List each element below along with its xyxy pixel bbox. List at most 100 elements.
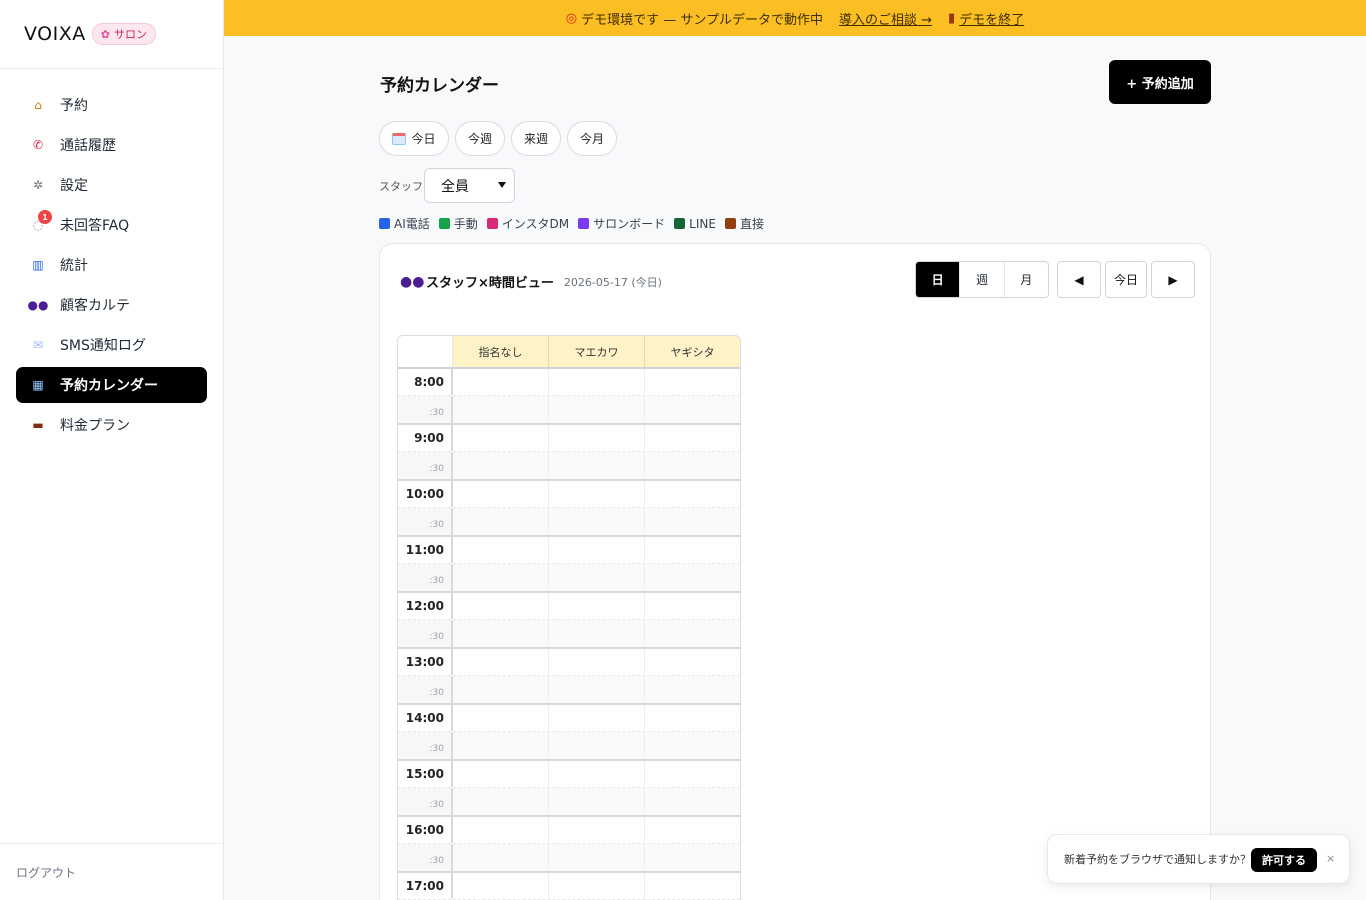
time-slot-cell[interactable] xyxy=(549,508,645,535)
hour-row: 14:00:30 xyxy=(398,705,740,761)
logout-link[interactable]: ログアウト xyxy=(0,843,223,900)
time-slot-cell[interactable] xyxy=(549,537,645,564)
add-reservation-button[interactable]: + 予約追加 xyxy=(1109,60,1211,104)
time-slot-cell[interactable] xyxy=(549,396,645,423)
time-slot-cell[interactable] xyxy=(453,761,549,788)
half-hour-slot-row: :30 xyxy=(398,396,740,423)
time-slot-cell[interactable] xyxy=(453,620,549,647)
time-slot-cell[interactable] xyxy=(453,369,549,396)
time-slot-cell[interactable] xyxy=(645,425,740,451)
staff-select[interactable]: 全員 xyxy=(424,168,515,203)
chevron-down-icon xyxy=(498,182,506,188)
time-slot-cell[interactable] xyxy=(549,817,645,844)
chip-next-week[interactable]: 来週 xyxy=(511,121,561,156)
time-slot-cell[interactable] xyxy=(549,873,645,900)
time-slot-cell[interactable] xyxy=(549,369,645,396)
end-demo-link[interactable]: デモを終了 xyxy=(959,9,1024,28)
time-slot-cell[interactable] xyxy=(645,705,740,731)
time-slot-cell[interactable] xyxy=(645,732,740,759)
time-slot-cell[interactable] xyxy=(453,788,549,815)
time-slot-cell[interactable] xyxy=(549,564,645,591)
time-slot-cell[interactable] xyxy=(549,788,645,815)
time-slot-cell[interactable] xyxy=(549,732,645,759)
sidebar-item-call-history[interactable]: ✆ 通話履歴 xyxy=(16,127,207,163)
time-slot-cell[interactable] xyxy=(645,844,740,871)
time-slot-cell[interactable] xyxy=(453,508,549,535)
time-slot-cell[interactable] xyxy=(645,593,740,619)
sidebar-item-settings[interactable]: ✲ 設定 xyxy=(16,167,207,203)
time-slot-cell[interactable] xyxy=(549,593,645,620)
legend-insta-dm: インスタDM xyxy=(486,215,569,232)
time-slot-cell[interactable] xyxy=(645,369,740,395)
next-button[interactable]: ▶ xyxy=(1151,261,1195,298)
source-legend: AI電話 手動 インスタDM サロンボード LINE 直接 xyxy=(379,215,764,232)
time-slot-cell[interactable] xyxy=(645,676,740,703)
time-slot-row: 17:00 xyxy=(398,873,740,900)
time-label: 15:00 xyxy=(398,761,453,788)
sidebar-item-customer-records[interactable]: ●● 顧客カルテ xyxy=(16,287,207,323)
time-slot-cell[interactable] xyxy=(645,396,740,423)
chip-this-month[interactable]: 今月 xyxy=(567,121,617,156)
sidebar-item-sms-log[interactable]: ✉ SMS通知ログ xyxy=(16,327,207,363)
mode-week-button[interactable]: 週 xyxy=(960,262,1005,297)
time-slot-cell[interactable] xyxy=(645,817,740,843)
close-icon[interactable]: × xyxy=(1326,852,1335,865)
time-slot-cell[interactable] xyxy=(453,676,549,703)
time-slot-cell[interactable] xyxy=(549,425,645,452)
time-slot-cell[interactable] xyxy=(453,593,549,620)
sidebar-item-unanswered-faq[interactable]: ◌ 1 未回答FAQ xyxy=(16,207,207,243)
today-button[interactable]: 今日 xyxy=(1105,261,1147,298)
sidebar-item-stats[interactable]: ▥ 統計 xyxy=(16,247,207,283)
staff-select-value: 全員 xyxy=(441,178,469,195)
time-slot-cell[interactable] xyxy=(453,481,549,508)
time-slot-cell[interactable] xyxy=(453,817,549,844)
mode-day-button[interactable]: 日 xyxy=(916,262,961,297)
time-slot-cell[interactable] xyxy=(645,761,740,787)
time-slot-row: 16:00 xyxy=(398,817,740,845)
time-slot-cell[interactable] xyxy=(549,844,645,871)
sidebar-item-reservation-calendar[interactable]: ▦ 予約カレンダー xyxy=(16,367,207,403)
time-slot-cell[interactable] xyxy=(645,537,740,563)
sidebar-item-pricing[interactable]: ▬ 料金プラン xyxy=(16,407,207,443)
time-slot-cell[interactable] xyxy=(453,564,549,591)
time-slot-cell[interactable] xyxy=(645,873,740,899)
time-slot-cell[interactable] xyxy=(645,564,740,591)
time-slot-cell[interactable] xyxy=(453,452,549,479)
time-slot-cell[interactable] xyxy=(453,425,549,452)
time-slot-cell[interactable] xyxy=(549,761,645,788)
time-slot-cell[interactable] xyxy=(453,396,549,423)
time-slot-cell[interactable] xyxy=(549,649,645,676)
mode-month-button[interactable]: 月 xyxy=(1005,262,1048,297)
time-slot-cell[interactable] xyxy=(549,481,645,508)
time-slot-cell[interactable] xyxy=(453,705,549,732)
time-slot-cell[interactable] xyxy=(645,481,740,507)
chip-this-week[interactable]: 今週 xyxy=(455,121,505,156)
toast-text: 新着予約をブラウザで通知しますか？ xyxy=(1064,853,1251,866)
time-slot-cell[interactable] xyxy=(549,620,645,647)
time-slot-cell[interactable] xyxy=(549,705,645,732)
time-slot-cell[interactable] xyxy=(453,537,549,564)
allow-notifications-button[interactable]: 許可する xyxy=(1251,848,1317,872)
prev-button[interactable]: ◀ xyxy=(1057,261,1101,298)
time-label: :30 xyxy=(398,676,453,703)
chip-today[interactable]: 今日 xyxy=(379,121,449,156)
consult-link[interactable]: 導入のご相談 → xyxy=(839,9,932,28)
sidebar-item-reservations[interactable]: ⌂ 予約 xyxy=(16,87,207,123)
salon-badge-label: サロン xyxy=(113,28,147,41)
salon-badge: ✿ サロン xyxy=(91,23,156,45)
time-slot-cell[interactable] xyxy=(453,732,549,759)
time-slot-cell[interactable] xyxy=(645,788,740,815)
time-slot-cell[interactable] xyxy=(645,508,740,535)
current-date: 2026-05-17 (今日) xyxy=(563,275,662,289)
time-slot-cell[interactable] xyxy=(645,452,740,479)
time-slot-cell[interactable] xyxy=(645,620,740,647)
time-slot-cell[interactable] xyxy=(453,873,549,900)
door-icon: ▮ xyxy=(948,10,956,26)
time-slot-cell[interactable] xyxy=(453,649,549,676)
hour-row: 15:00:30 xyxy=(398,761,740,817)
time-slot-cell[interactable] xyxy=(645,649,740,675)
time-slot-cell[interactable] xyxy=(453,844,549,871)
time-slot-cell[interactable] xyxy=(549,452,645,479)
time-slot-cell[interactable] xyxy=(549,676,645,703)
sidebar-item-label: 未回答FAQ xyxy=(60,218,130,234)
